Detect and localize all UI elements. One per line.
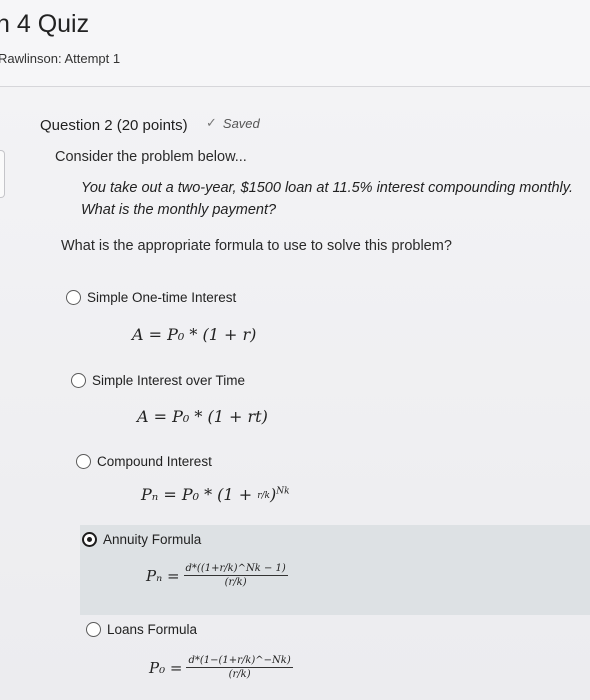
quiz-header: n 4 Quiz Rawlinson: Attempt 1 — [0, 0, 590, 87]
formula-simple-over-time: A = P₀ * (1 + rt) — [137, 407, 268, 426]
option-label: Compound Interest — [97, 454, 212, 469]
scenario-line-1: You take out a two-year, $1500 loan at 1… — [81, 180, 573, 196]
formula-lhs: Pₙ = P₀ * (1 + — [141, 485, 258, 504]
radio-button[interactable] — [71, 373, 86, 388]
radio-button[interactable] — [66, 290, 81, 305]
formula-exponent: Nk — [276, 486, 290, 497]
saved-label: Saved — [222, 115, 260, 131]
fraction-numerator: d*((1+r/k)^Nk − 1) — [183, 563, 288, 576]
formula-fraction: r/k — [257, 491, 270, 501]
option-loans[interactable]: Loans Formula — [86, 622, 197, 637]
formula-loans: P₀ = d*(1−(1+r/k)^−Nk) (r/k) — [149, 655, 293, 680]
formula-compound-interest: Pₙ = P₀ * (1 + r/k)Nk — [141, 485, 290, 504]
side-panel-tab[interactable] — [0, 150, 5, 198]
option-label: Simple Interest over Time — [92, 373, 246, 388]
fraction-text: r/k — [257, 490, 270, 501]
quiz-title: n 4 Quiz — [0, 10, 90, 38]
formula-annuity: Pₙ = d*((1+r/k)^Nk − 1) (r/k) — [146, 563, 288, 588]
option-label: Simple One-time Interest — [87, 290, 237, 305]
checkmark-icon: ✓ — [206, 115, 217, 130]
question-scenario: You take out a two-year, $1500 loan at 1… — [81, 177, 586, 221]
question-intro: Consider the problem below... — [55, 149, 247, 165]
question-heading: Question 2 (20 points) — [40, 117, 188, 134]
radio-button-selected[interactable] — [82, 532, 97, 547]
saved-status: ✓ Saved — [206, 115, 260, 131]
radio-button[interactable] — [86, 622, 101, 637]
option-label: Loans Formula — [107, 622, 198, 637]
radio-button[interactable] — [76, 454, 91, 469]
option-label: Annuity Formula — [103, 532, 202, 547]
option-simple-over-time[interactable]: Simple Interest over Time — [71, 373, 245, 388]
formula-fraction: d*(1−(1+r/k)^−Nk) (r/k) — [186, 655, 293, 680]
option-compound-interest[interactable]: Compound Interest — [76, 454, 212, 469]
formula-fraction: d*((1+r/k)^Nk − 1) (r/k) — [183, 563, 288, 588]
scenario-line-2: What is the monthly payment? — [81, 202, 277, 218]
question-prompt: What is the appropriate formula to use t… — [61, 238, 452, 254]
formula-lhs: Pₙ = — [146, 566, 180, 585]
formula-lhs: P₀ = — [149, 658, 183, 677]
fraction-numerator: d*(1−(1+r/k)^−Nk) — [186, 655, 293, 668]
fraction-denominator: (r/k) — [224, 577, 247, 588]
attempt-label: Rawlinson: Attempt 1 — [0, 51, 121, 66]
fraction-denominator: (r/k) — [228, 669, 251, 680]
formula-simple-one-time: A = P₀ * (1 + r) — [132, 325, 257, 344]
option-simple-one-time[interactable]: Simple One-time Interest — [66, 290, 236, 305]
option-annuity[interactable]: Annuity Formula — [82, 532, 201, 547]
